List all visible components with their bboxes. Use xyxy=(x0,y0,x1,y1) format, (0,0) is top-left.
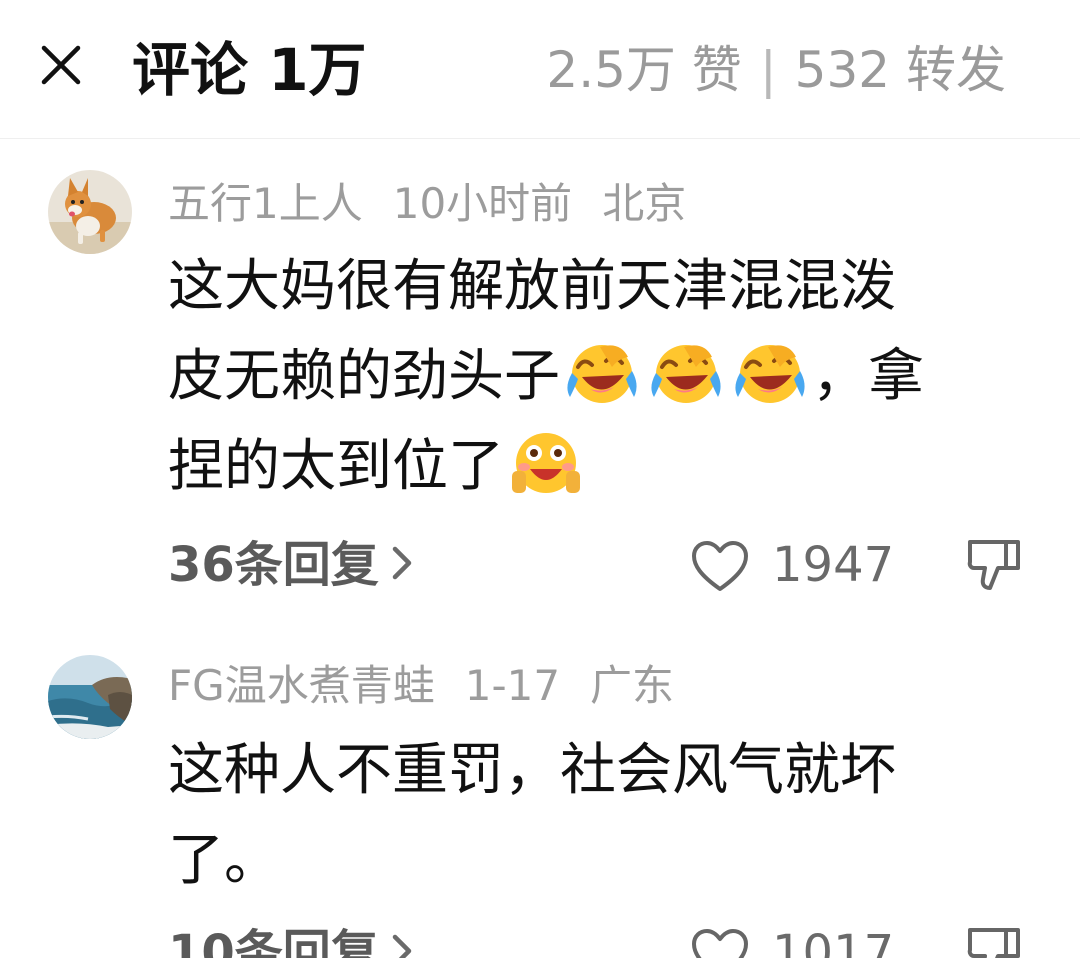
avatar[interactable] xyxy=(48,655,132,739)
username[interactable]: FG温水煮青蛙 xyxy=(168,661,435,710)
comment-text: 这种人不重罚，社会风气就坏 了。 xyxy=(168,726,1038,906)
dislike-button[interactable] xyxy=(964,922,1024,958)
comment-actions: 10条回复 1017 xyxy=(0,918,1080,958)
laughing-crying-emoji-icon xyxy=(562,337,642,407)
view-replies-link[interactable]: 36条回复 xyxy=(168,530,417,600)
comment-time: 10小时前 xyxy=(392,179,573,228)
comments-header: 评论 1万 2.5万 赞 | 532 转发 xyxy=(0,0,1080,139)
post-stats: 2.5万 赞 | 532 转发 xyxy=(546,34,1006,106)
chevron-right-icon xyxy=(389,929,417,958)
dislike-button[interactable] xyxy=(964,534,1024,594)
laughing-crying-emoji-icon xyxy=(646,337,726,407)
comment-line: 捏的太到位了 xyxy=(168,422,1038,512)
like-button[interactable]: 1017 xyxy=(690,918,894,958)
comment-meta: 五行1上人 10小时前 北京 xyxy=(168,174,716,234)
comment-time: 1-17 xyxy=(464,661,561,710)
laughing-crying-emoji-icon xyxy=(730,337,810,407)
corgi-dog-avatar-icon xyxy=(48,170,132,254)
stats-separator: | xyxy=(759,41,777,99)
comment-location: 广东 xyxy=(590,661,675,710)
like-button[interactable]: 1947 xyxy=(690,530,894,600)
comments-screen: 评论 1万 2.5万 赞 | 532 转发 五行1上人 10小时前 北京 这大妈… xyxy=(0,0,1080,958)
comment-line: 皮无赖的劲头子 ，拿 xyxy=(168,332,1038,422)
comment-location: 北京 xyxy=(602,179,687,228)
avatar[interactable] xyxy=(48,170,132,254)
comment-line-text: 皮无赖的劲头子 xyxy=(168,344,560,409)
username[interactable]: 五行1上人 xyxy=(168,179,363,228)
excited-eating-emoji-icon xyxy=(506,427,586,497)
repost-total: 532 转发 xyxy=(794,41,1006,99)
replies-label: 36条回复 xyxy=(168,537,379,593)
view-replies-link[interactable]: 10条回复 xyxy=(168,918,417,958)
comment-line-text: 捏的太到位了 xyxy=(168,434,504,499)
comment-actions: 36条回复 1947 xyxy=(0,530,1080,600)
like-total: 2.5万 赞 xyxy=(546,41,742,99)
like-count: 1017 xyxy=(772,925,895,958)
coastal-rocks-avatar-icon xyxy=(48,655,132,739)
close-icon xyxy=(41,45,81,85)
thumbs-down-icon xyxy=(967,928,1020,958)
comment-meta: FG温水煮青蛙 1-17 广东 xyxy=(168,656,704,716)
page-title: 评论 1万 xyxy=(132,36,367,104)
heart-icon xyxy=(690,927,750,958)
comment-line: 这种人不重罚，社会风气就坏 xyxy=(168,738,896,803)
close-button[interactable] xyxy=(36,40,86,90)
chevron-right-icon xyxy=(389,541,417,585)
comment-line: 了。 xyxy=(168,828,280,893)
thumbs-down-icon xyxy=(967,540,1020,590)
replies-label: 10条回复 xyxy=(168,925,379,958)
comment-text: 这大妈很有解放前天津混混泼 皮无赖的劲头子 ，拿 捏的太到位了 xyxy=(168,242,1038,512)
heart-icon xyxy=(690,539,750,595)
like-count: 1947 xyxy=(772,537,895,593)
comment-line-text: ，拿 xyxy=(812,344,924,409)
comment-line: 这大妈很有解放前天津混混泼 xyxy=(168,254,896,319)
